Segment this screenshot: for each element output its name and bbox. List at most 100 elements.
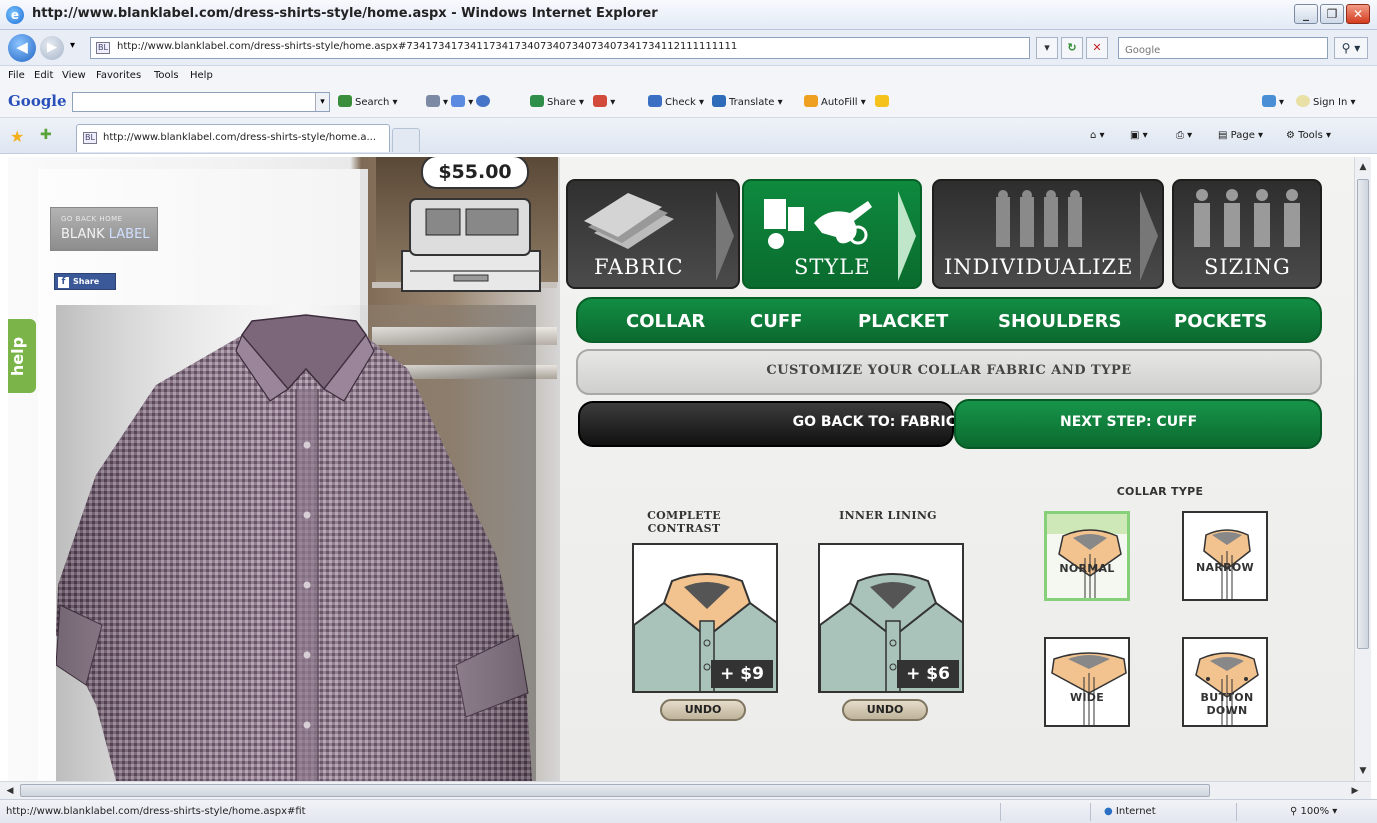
menu-tools[interactable]: Tools	[154, 70, 179, 81]
step-individualize-label: INDIVIDUALIZE	[944, 255, 1134, 279]
close-button[interactable]: ✕	[1346, 4, 1370, 24]
status-divider	[1090, 803, 1091, 821]
translate-button[interactable]: Translate ▾	[712, 95, 783, 108]
blank-label-logo[interactable]: GO BACK HOME BLANK LABEL	[50, 207, 158, 251]
complete-contrast-option[interactable]: + $9	[632, 543, 778, 693]
tab-pockets[interactable]: POCKETS	[1174, 311, 1267, 332]
new-tab-button[interactable]	[392, 128, 420, 152]
check-button[interactable]: Check ▾	[648, 95, 704, 108]
complete-contrast-price: + $9	[711, 660, 773, 688]
facebook-share-button[interactable]: f Share	[54, 273, 116, 290]
stop-icon[interactable]: ✕	[1086, 37, 1108, 59]
add-favorites-icon[interactable]: ✚	[40, 127, 52, 143]
search-box[interactable]	[1118, 37, 1328, 61]
address-controls: ▾ ↻ ✕	[1036, 37, 1110, 59]
horizontal-scrollbar[interactable]: ◀ ▶	[0, 781, 1371, 799]
next-step-button[interactable]: NEXT STEP: CUFF	[954, 399, 1322, 449]
collar-option-button-down[interactable]: BUTTON DOWN	[1182, 637, 1268, 727]
total-price: $55.00	[421, 157, 529, 189]
tab-collar[interactable]: COLLAR	[626, 311, 705, 332]
horizontal-scroll-thumb[interactable]	[20, 784, 1210, 797]
chevron-right-icon	[898, 191, 916, 281]
collar-type-title: COLLAR TYPE	[1116, 485, 1204, 498]
collar-option-wide[interactable]: WIDE	[1044, 637, 1130, 727]
step-individualize[interactable]: INDIVIDUALIZE	[932, 179, 1164, 289]
scroll-left-icon[interactable]: ◀	[2, 783, 18, 799]
page-viewport: $55.00 GO BACK HOME BLANK LABEL f Share h…	[8, 157, 1354, 781]
google-search-button[interactable]: Search ▾	[338, 95, 398, 108]
history-dropdown-icon[interactable]: ▾	[70, 40, 75, 51]
tab-placket[interactable]: PLACKET	[858, 311, 948, 332]
refresh-icon[interactable]: ↻	[1061, 37, 1083, 59]
vertical-scroll-thumb[interactable]	[1357, 179, 1369, 649]
home-icon[interactable]: ⌂ ▾	[1090, 130, 1105, 141]
address-field[interactable]: BL http://www.blanklabel.com/dress-shirt…	[90, 37, 1030, 59]
search-input[interactable]	[1119, 40, 1327, 61]
step-sizing[interactable]: SIZING	[1172, 179, 1322, 289]
step-fabric-label: FABRIC	[594, 255, 684, 279]
chevron-down-icon[interactable]: ▾	[315, 93, 329, 111]
collar-option-label: NORMAL	[1059, 562, 1115, 575]
minimize-button[interactable]: _	[1294, 4, 1318, 24]
back-button[interactable]: ◀	[8, 34, 36, 62]
inner-lining-option[interactable]: + $6	[818, 543, 964, 693]
feeds-icon[interactable]: ▣ ▾	[1130, 130, 1148, 141]
favorites-star-icon[interactable]: ★	[10, 127, 24, 146]
complete-contrast-undo-button[interactable]: UNDO	[660, 699, 746, 721]
sidewiki-icon	[593, 95, 608, 107]
inner-lining-price: + $6	[897, 660, 959, 688]
menu-bar: File Edit View Favorites Tools Help	[0, 66, 1377, 86]
maximize-button[interactable]: ❐	[1320, 4, 1344, 24]
internet-explorer-icon: e	[6, 6, 24, 24]
window-title: http://www.blanklabel.com/dress-shirts-s…	[32, 6, 658, 21]
menu-file[interactable]: File	[8, 70, 25, 81]
help-tab[interactable]: help	[8, 319, 36, 393]
wrench-icon	[1262, 95, 1276, 107]
collar-option-label: WIDE	[1069, 691, 1105, 704]
wrench-button[interactable]: ▾	[1262, 95, 1284, 108]
style-subtabs: COLLAR CUFF PLACKET SHOULDERS POCKETS	[576, 297, 1322, 343]
share-button[interactable]: Share ▾ ▾	[530, 95, 615, 108]
step-fabric[interactable]: FABRIC	[566, 179, 740, 289]
scroll-up-icon[interactable]: ▲	[1355, 159, 1371, 175]
tab-favicon-icon: BL	[83, 132, 97, 144]
tools-menu-button[interactable]: ⚙ Tools ▾	[1286, 130, 1331, 141]
menu-edit[interactable]: Edit	[34, 70, 53, 81]
narrow-collar-icon	[1203, 529, 1251, 599]
menu-view[interactable]: View	[62, 70, 86, 81]
search-icon	[338, 95, 352, 107]
print-icon[interactable]: ⎙ ▾	[1176, 130, 1192, 141]
vertical-scrollbar[interactable]: ▲ ▼	[1354, 157, 1371, 781]
collar-option-narrow[interactable]: NARROW	[1182, 511, 1268, 601]
logo-go-back-home: GO BACK HOME	[61, 215, 123, 223]
search-button[interactable]: ⚲ ▾	[1334, 37, 1368, 59]
status-url: http://www.blanklabel.com/dress-shirts-s…	[6, 806, 306, 817]
google-logo: Google	[8, 92, 67, 110]
collar-option-normal[interactable]: NORMAL	[1044, 511, 1130, 601]
tab-shoulders[interactable]: SHOULDERS	[998, 311, 1121, 332]
step-sizing-label: SIZING	[1204, 255, 1291, 279]
status-divider	[1236, 803, 1237, 821]
page-menu-button[interactable]: ▤ Page ▾	[1218, 130, 1263, 141]
toolbar-buttons-group[interactable]: ▾ ▾	[426, 95, 493, 108]
address-url: http://www.blanklabel.com/dress-shirts-s…	[117, 41, 738, 52]
google-search-field[interactable]: ▾	[72, 92, 330, 112]
address-dropdown-button[interactable]: ▾	[1036, 37, 1058, 59]
complete-contrast-title: COMPLETE CONTRAST	[647, 509, 721, 535]
tab-cuff[interactable]: CUFF	[750, 311, 802, 332]
inner-lining-undo-button[interactable]: UNDO	[842, 699, 928, 721]
status-bar: http://www.blanklabel.com/dress-shirts-s…	[0, 799, 1377, 823]
tab-current[interactable]: BL http://www.blanklabel.com/dress-shirt…	[76, 124, 390, 152]
go-back-button[interactable]: GO BACK TO: FABRIC	[578, 401, 956, 447]
autofill-button[interactable]: AutoFill ▾	[804, 95, 892, 108]
menu-favorites[interactable]: Favorites	[96, 70, 141, 81]
bookmark-icon	[476, 95, 491, 107]
scroll-right-icon[interactable]: ▶	[1347, 783, 1363, 799]
sign-in-button[interactable]: Sign In ▾	[1296, 95, 1355, 108]
zoom-level[interactable]: ⚲ 100% ▾	[1290, 806, 1337, 817]
chevron-right-icon	[1140, 191, 1158, 281]
scroll-down-icon[interactable]: ▼	[1355, 763, 1371, 779]
forward-button[interactable]: ▶	[40, 36, 64, 60]
menu-help[interactable]: Help	[190, 70, 213, 81]
step-style[interactable]: STYLE	[742, 179, 922, 289]
